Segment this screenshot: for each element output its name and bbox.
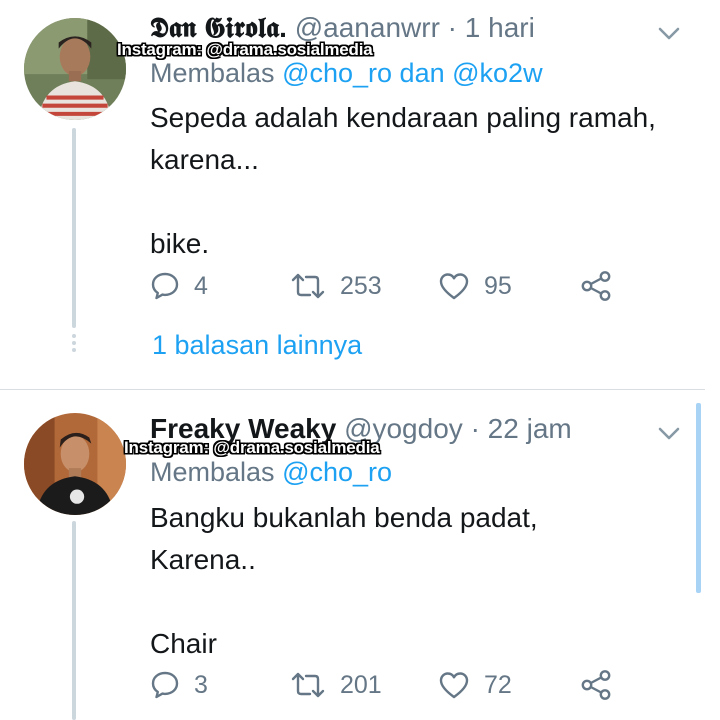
avatar-image xyxy=(24,413,126,515)
tweet-actions: 3 201 72 xyxy=(150,667,630,703)
tweet[interactable]: Freaky Weaky @yogdoy · 22 jam Instagram:… xyxy=(0,391,705,720)
tweet-actions: 4 253 95 xyxy=(150,268,630,304)
tweet-text-line: bike. xyxy=(150,228,210,259)
heart-icon xyxy=(439,672,469,699)
tweet-text-line: Sepeda adalah kendaraan paling ramah, xyxy=(150,102,656,133)
mention-link[interactable]: @cho_ro xyxy=(282,58,392,88)
avatar[interactable] xyxy=(24,18,126,120)
mention-link[interactable]: @ko2w xyxy=(452,58,542,88)
reply-button[interactable]: 4 xyxy=(150,268,208,304)
thread-line xyxy=(72,521,76,720)
retweet-icon xyxy=(291,273,325,299)
reply-count: 4 xyxy=(194,271,208,300)
heart-icon xyxy=(439,273,469,300)
avatar[interactable] xyxy=(24,413,126,515)
share-button[interactable] xyxy=(580,268,612,304)
mention-link[interactable]: @cho_ro xyxy=(282,457,392,487)
more-replies-link[interactable]: 1 balasan lainnya xyxy=(152,330,362,361)
retweet-count: 201 xyxy=(340,670,382,699)
tweet-text-line: Bangku bukanlah benda padat, xyxy=(150,502,538,533)
retweet-button[interactable]: 253 xyxy=(290,268,382,304)
tweet-text-line: Karena.. xyxy=(150,544,256,575)
thread-continuation-dots xyxy=(71,334,77,355)
display-name[interactable]: 𝕯𝖆𝖓 𝕲𝖎𝖗𝖔𝖑𝖆. xyxy=(150,12,287,43)
like-count: 95 xyxy=(484,271,512,300)
share-icon xyxy=(581,670,611,700)
share-icon xyxy=(581,271,611,301)
timestamp[interactable]: 1 hari xyxy=(465,12,535,43)
reply-button[interactable]: 3 xyxy=(150,667,208,703)
separator: · xyxy=(470,413,480,444)
tweet-text-line: karena... xyxy=(150,144,259,175)
separator: · xyxy=(447,12,457,43)
replying-to: Membalas @cho_ro xyxy=(150,457,392,488)
replying-to-label: Membalas xyxy=(150,58,275,88)
like-button[interactable]: 95 xyxy=(438,268,512,304)
share-button[interactable] xyxy=(580,667,612,703)
tweet-text-line: Chair xyxy=(150,628,217,659)
handle[interactable]: @aananwrr xyxy=(295,12,440,43)
chevron-down-icon[interactable] xyxy=(654,423,684,443)
divider xyxy=(0,389,705,390)
avatar-image xyxy=(24,18,126,120)
retweet-count: 253 xyxy=(340,271,382,300)
reply-count: 3 xyxy=(194,670,208,699)
replying-to-label: Membalas xyxy=(150,457,275,487)
timestamp[interactable]: 22 jam xyxy=(488,413,572,444)
retweet-button[interactable]: 201 xyxy=(290,667,382,703)
like-button[interactable]: 72 xyxy=(438,667,512,703)
reply-icon xyxy=(151,671,179,699)
tweet-text: Bangku bukanlah benda padat, Karena.. Ch… xyxy=(150,497,680,665)
replying-to: Membalas @cho_ro dan @ko2w xyxy=(150,58,543,89)
watermark: Instagram: @drama.sosialmedia xyxy=(117,40,373,59)
scrollbar[interactable] xyxy=(696,403,701,593)
tweet-text: Sepeda adalah kendaraan paling ramah, ka… xyxy=(150,97,680,265)
chevron-down-icon[interactable] xyxy=(654,23,684,43)
tweet[interactable]: 𝕯𝖆𝖓 𝕲𝖎𝖗𝖔𝖑𝖆. @aananwrr · 1 hari Instagram… xyxy=(0,0,705,390)
replying-to-and[interactable]: dan xyxy=(400,58,445,88)
retweet-icon xyxy=(291,672,325,698)
watermark: Instagram: @drama.sosialmedia xyxy=(124,438,380,457)
thread-line xyxy=(72,128,76,328)
like-count: 72 xyxy=(484,670,512,699)
reply-icon xyxy=(151,272,179,300)
